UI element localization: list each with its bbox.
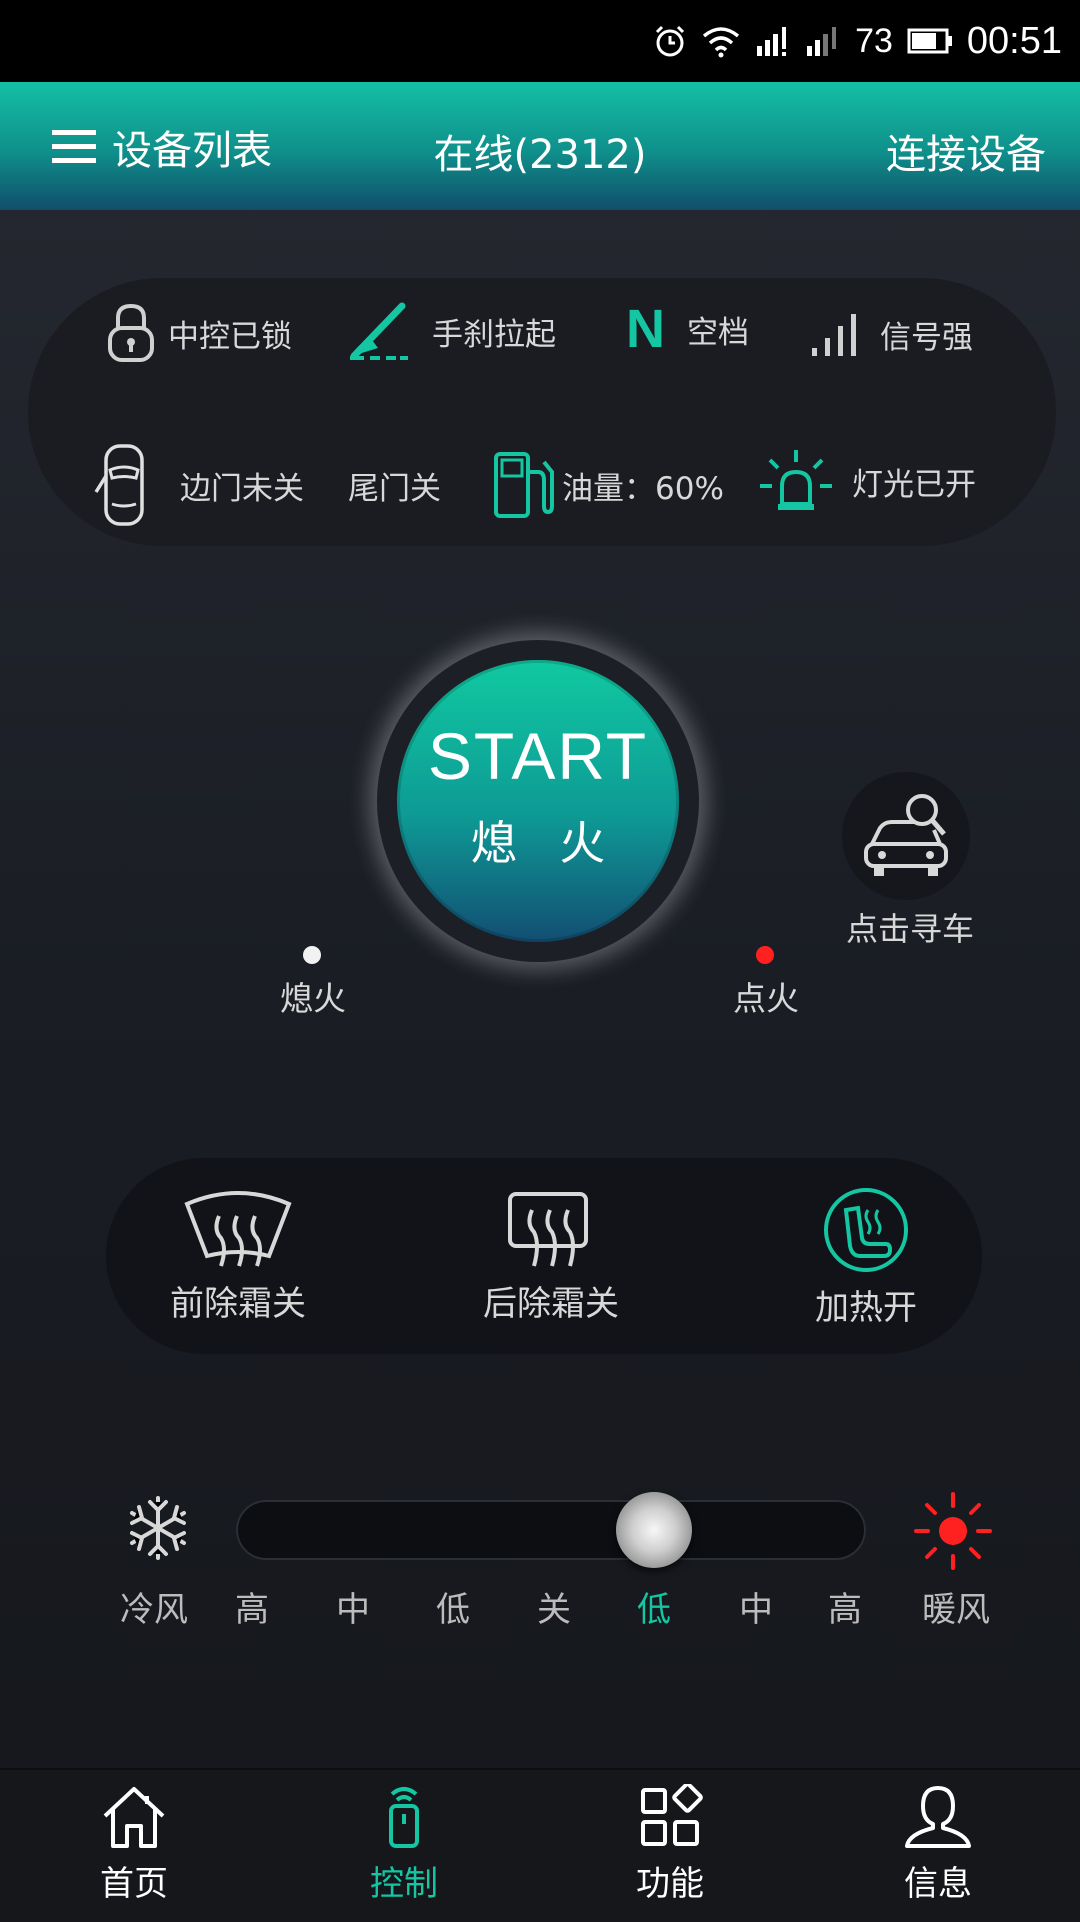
handbrake-icon: [350, 302, 408, 360]
front-defrost-icon: [184, 1191, 292, 1267]
lock-icon: [108, 303, 154, 362]
battery-icon: [907, 28, 952, 54]
fuel-pump-icon: [494, 452, 554, 518]
app-header: 设备列表 在线(2312) 连接设备: [0, 82, 1080, 210]
engine-start-button[interactable]: START 熄 火: [397, 660, 679, 942]
engine-off-label: 熄火: [280, 979, 346, 1018]
connect-device-button[interactable]: 连接设备: [886, 122, 1046, 180]
nav-home-label: 首页: [100, 1864, 168, 1904]
side-door-label: 边门未关: [180, 470, 304, 507]
fan-scale-off[interactable]: 关: [524, 1582, 584, 1631]
door-status: 边门未关 尾门关: [94, 442, 441, 528]
fan-scale-cold-mid[interactable]: 中: [323, 1582, 383, 1631]
seat-heating-label: 加热开: [815, 1288, 917, 1328]
nav-info[interactable]: 信息: [858, 1784, 1018, 1905]
engine-on-indicator: [756, 946, 774, 964]
handbrake-status-label: 手刹拉起: [432, 316, 556, 353]
nav-functions[interactable]: 功能: [590, 1784, 750, 1905]
fuel-label: 油量：60%: [562, 470, 724, 507]
gear-status-label: 空档: [687, 314, 749, 351]
menu-icon: [52, 130, 96, 163]
online-count: 在线(2312): [433, 132, 647, 178]
signal-icon: [812, 314, 856, 356]
snowflake-icon: [130, 1496, 186, 1560]
car-door-icon: [94, 444, 144, 526]
find-car-button[interactable]: [842, 772, 970, 900]
rear-defrost-icon: [508, 1192, 588, 1267]
lock-status: 中控已锁: [106, 302, 292, 364]
nav-control-label: 控制: [370, 1864, 438, 1904]
seat-heating-icon: [824, 1188, 908, 1272]
alarm-icon: [656, 25, 685, 57]
fan-slider-track[interactable]: [236, 1500, 866, 1560]
front-defrost-label: 前除霜关: [170, 1284, 306, 1324]
home-icon: [103, 1787, 165, 1848]
signal-status: 信号强: [810, 310, 973, 358]
fan-scale-cold-low[interactable]: 低: [423, 1582, 483, 1631]
warm-wind-label: 暖风: [922, 1590, 990, 1630]
gear-n-icon: N: [626, 299, 665, 359]
front-defrost-button[interactable]: 前除霜关: [138, 1186, 338, 1325]
bottom-nav: 首页 控制 功能 信息: [0, 1768, 1080, 1922]
engine-on-label: 点火: [733, 979, 799, 1018]
lights-status: 灯光已开: [758, 446, 976, 516]
cold-wind-label: 冷风: [120, 1590, 188, 1630]
start-button-ring: START 熄 火: [377, 640, 699, 962]
engine-state-label: 熄 火: [470, 816, 620, 870]
nav-control[interactable]: 控制: [324, 1784, 484, 1905]
status-bar: 73 00:51: [0, 0, 1080, 82]
seat-heating-button[interactable]: 加热开: [766, 1186, 966, 1329]
lights-label: 灯光已开: [852, 466, 976, 503]
light-bulb-icon: [760, 450, 832, 510]
tail-door-label: 尾门关: [348, 470, 441, 507]
rear-defrost-button[interactable]: 后除霜关: [451, 1186, 651, 1325]
fan-scale-warm-high[interactable]: 高: [815, 1582, 875, 1631]
grid-icon: [641, 1784, 703, 1846]
nav-home[interactable]: 首页: [54, 1784, 214, 1905]
user-icon: [905, 1786, 971, 1848]
fuel-status: 油量：60%: [492, 450, 724, 520]
find-car-label: 点击寻车: [845, 910, 974, 948]
nav-info-label: 信息: [904, 1864, 972, 1904]
nav-functions-label: 功能: [636, 1864, 704, 1904]
battery-level: 73: [855, 21, 893, 60]
handbrake-status: 手刹拉起: [348, 300, 556, 362]
fan-scale-warm-low[interactable]: 低: [624, 1582, 684, 1631]
fan-scale-cold-high[interactable]: 高: [222, 1582, 282, 1631]
gear-status: N 空档: [626, 302, 749, 356]
lock-status-label: 中控已锁: [168, 318, 292, 355]
device-list-label: 设备列表: [112, 128, 272, 174]
fan-scale-warm-mid[interactable]: 中: [726, 1582, 786, 1631]
engine-off-indicator: [303, 946, 321, 964]
rear-defrost-label: 后除霜关: [483, 1284, 619, 1324]
clock: 00:51: [966, 19, 1062, 62]
signal-status-label: 信号强: [880, 319, 973, 356]
cell-signal-2-icon: [807, 27, 837, 56]
fan-slider-knob[interactable]: [616, 1492, 692, 1568]
wifi-icon: [702, 27, 740, 58]
sun-icon: [914, 1492, 992, 1570]
remote-icon: [389, 1787, 419, 1848]
find-car-icon: [864, 794, 948, 876]
cell-signal-icon: [757, 27, 787, 56]
start-label: START: [427, 719, 649, 793]
device-list-button[interactable]: 设备列表: [52, 118, 272, 176]
